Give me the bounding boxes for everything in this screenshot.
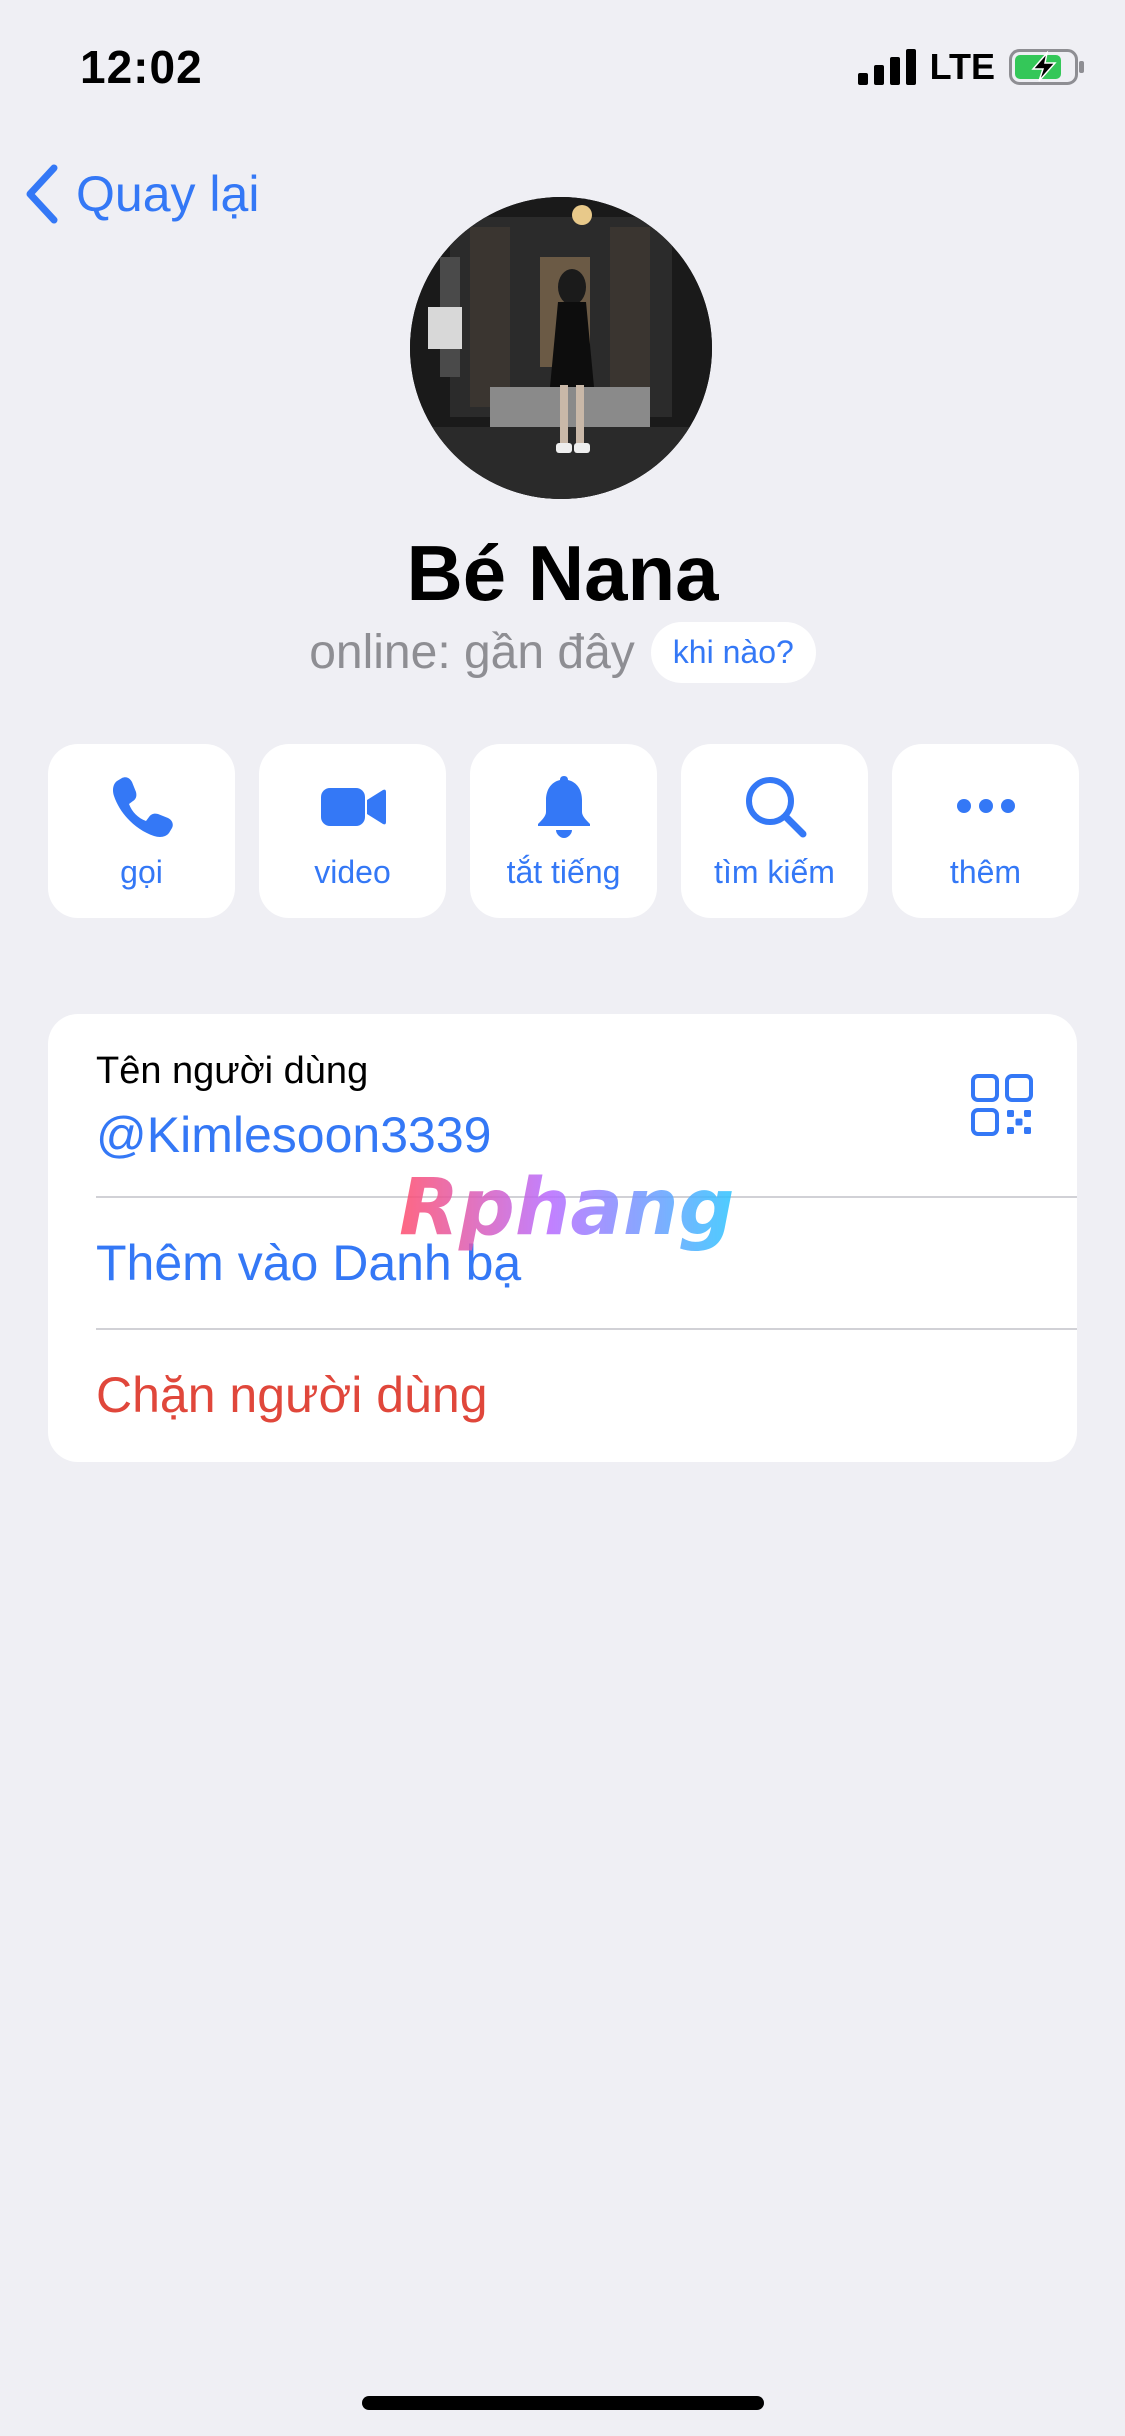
bell-icon (537, 775, 590, 838)
signal-icon (857, 49, 916, 85)
video-button[interactable]: video (259, 744, 446, 918)
more-label: thêm (949, 853, 1022, 890)
mute-label: tắt tiếng (506, 853, 621, 890)
watermark-graphic: Rphang (399, 1163, 734, 1253)
action-buttons: gọi video tắt tiếng tìm kiếm thêm (48, 744, 1079, 918)
video-label: video (314, 853, 391, 890)
status-time: 12:02 (80, 41, 203, 93)
telegram-profile-screen: 12:02 LTE Quay lại Bé Nana online: gần đ… (0, 0, 1125, 2436)
search-label: tìm kiếm (714, 853, 835, 890)
mute-button[interactable]: tắt tiếng (470, 744, 657, 918)
qr-code-icon[interactable] (971, 1074, 1033, 1136)
home-indicator (362, 2396, 764, 2410)
more-icon (956, 798, 1015, 813)
network-type-label: LTE (929, 46, 995, 87)
battery-charging-icon (1009, 49, 1084, 85)
avatar-photo (410, 197, 712, 499)
presence-row: online: gần đây khi nào? (0, 622, 1125, 683)
status-bar: 12:02 LTE (0, 0, 1125, 140)
call-label: gọi (120, 853, 163, 890)
video-camera-icon (320, 787, 386, 826)
username-value[interactable]: @Kimlesoon3339 (96, 1106, 491, 1164)
call-button[interactable]: gọi (48, 744, 235, 918)
block-user-button[interactable]: Chặn người dùng (96, 1330, 1077, 1460)
status-icons: LTE (857, 46, 1085, 88)
when-button[interactable]: khi nào? (650, 622, 816, 683)
watermark-text: Rphang (399, 1163, 733, 1253)
search-button[interactable]: tìm kiếm (681, 744, 868, 918)
username-caption: Tên người dùng (96, 1050, 369, 1092)
back-label: Quay lại (76, 166, 260, 222)
more-button[interactable]: thêm (892, 744, 1079, 918)
back-button[interactable]: Quay lại (22, 162, 259, 226)
presence-status: online: gần đây (309, 626, 635, 679)
search-icon (745, 776, 806, 837)
phone-icon (112, 776, 173, 837)
avatar[interactable] (410, 197, 712, 499)
chevron-left-icon (26, 164, 58, 224)
watermark-logo: Rphang (393, 1160, 734, 1260)
profile-name: Bé Nana (406, 529, 719, 617)
